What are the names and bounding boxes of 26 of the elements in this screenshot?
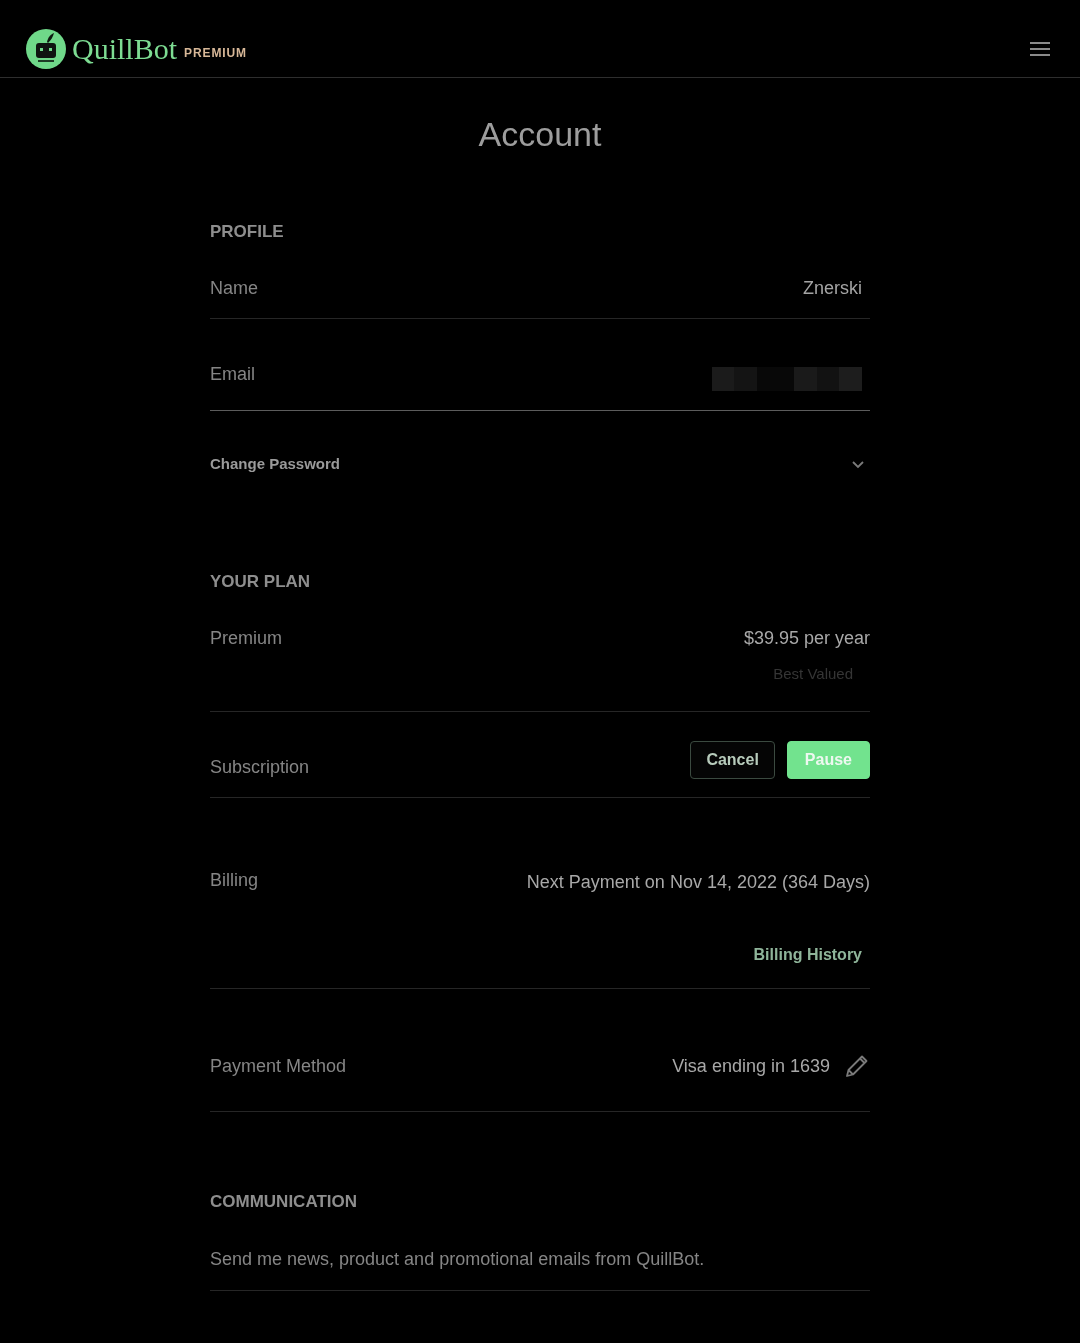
field-label: Email — [210, 363, 255, 385]
plan-tier-label: PREMIUM — [184, 46, 247, 60]
row-label: Payment Method — [210, 1055, 347, 1077]
cancel-button[interactable]: Cancel — [690, 741, 775, 779]
menu-icon[interactable] — [1030, 42, 1050, 56]
robot-logo-icon[interactable] — [26, 29, 66, 69]
chevron-icon[interactable] — [852, 461, 864, 469]
plan-price: $39.95 per year — [743, 627, 870, 649]
section-heading: YOUR PLAN — [210, 571, 312, 593]
card-text: Visa ending in 1639 — [672, 1055, 830, 1077]
row-label: Premium — [210, 627, 282, 649]
input-field[interactable]: Name Znerski — [210, 277, 870, 319]
newsletter-text: Send me news, product and promotional emails from QuillBot. — [210, 1248, 705, 1270]
field-value: Znerski — [803, 277, 862, 299]
row-label: Billing — [210, 869, 259, 891]
pencil-icon[interactable] — [844, 1053, 870, 1079]
row-label: Subscription — [210, 756, 310, 778]
input-field[interactable]: Email — [210, 363, 870, 411]
billing-history-link[interactable]: Billing History — [753, 944, 870, 966]
section-heading: PROFILE — [210, 221, 285, 243]
page-title: Account — [477, 114, 603, 154]
field-label: Name — [210, 277, 258, 299]
change-password-toggle[interactable]: Change Password — [210, 454, 870, 474]
logo-wordmark: QuillBot — [72, 31, 177, 67]
section-heading: COMMUNICATION — [210, 1191, 358, 1213]
next-payment-text: Next Payment on Nov 14, 2022 (364 Days) — [526, 871, 870, 893]
